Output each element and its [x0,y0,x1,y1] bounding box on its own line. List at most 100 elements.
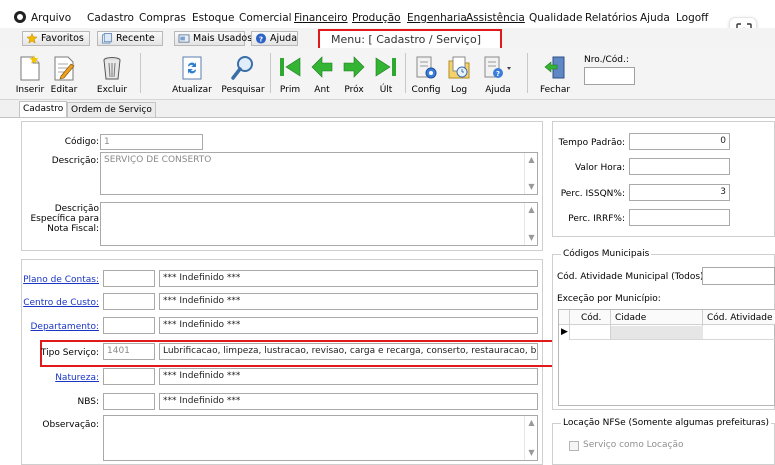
ajuda-toolbar-button[interactable]: ? Ajuda [478,52,518,97]
config-button[interactable]: Config [410,52,442,97]
menu-cadastro[interactable]: Cadastro [87,12,134,24]
scroll-down-icon[interactable]: ▼ [525,447,537,459]
prox-button[interactable]: Próx [340,52,368,97]
servico-locacao-checkbox[interactable] [569,441,579,451]
menu-assistencia[interactable]: Assistência [466,12,525,24]
nbs-code-input[interactable] [103,393,155,410]
excecao-grid[interactable]: Cód. Cidade Cód. Atividade ▶ [558,309,775,406]
plano-contas-link[interactable]: Plano de Contas: [23,275,99,285]
tab-ordem-servico[interactable]: Ordem de Serviço [67,102,156,118]
centro-custo-link[interactable]: Centro de Custo: [23,298,99,308]
desc-especifica-scrollbar[interactable]: ▲ ▼ [524,203,537,245]
ajuda-toolbar-label: Ajuda [485,85,511,95]
grid-header-cod-atividade[interactable]: Cód. Atividade [707,313,773,323]
app-logo-icon [14,11,26,23]
cod-atividade-label: Cód. Atividade Municipal (Todos): [557,272,707,282]
config-label: Config [411,85,441,95]
recent-documents-icon [101,33,113,44]
ult-label: Últ [379,85,393,95]
ant-button[interactable]: Ant [308,52,336,97]
perc-issqn-input[interactable]: 3 [629,184,730,201]
menu-ajuda[interactable]: Ajuda [640,12,670,24]
first-record-icon [280,57,301,77]
observacao-textarea[interactable]: ▲ ▼ [103,415,538,461]
centro-custo-code-input[interactable] [103,293,155,310]
scroll-up-icon[interactable]: ▲ [525,417,537,429]
descricao-scrollbar[interactable]: ▲ ▼ [524,153,537,194]
departamento-link[interactable]: Departamento: [30,322,99,332]
log-button[interactable]: Log [444,52,474,97]
departamento-desc: *** Indefinido *** [159,317,538,334]
menu-arquivo[interactable]: Arquivo [31,12,71,24]
inserir-button[interactable]: Inserir [14,52,46,97]
scroll-down-icon[interactable]: ▼ [525,181,537,193]
desc-especifica-textarea[interactable]: ▲ ▼ [100,202,538,246]
exit-door-icon [544,56,565,79]
edit-document-icon [54,56,75,81]
help-document-icon: ? [484,56,511,78]
codigos-municipais-title: Códigos Municipais [561,249,652,259]
plano-contas-code-input[interactable] [103,270,155,287]
prim-button[interactable]: Prim [276,52,304,97]
favoritos-label: Favoritos [41,33,84,44]
toolbar-separator [405,53,406,93]
desc-especifica-label-2: Específica para [30,214,99,224]
trash-icon [103,57,121,80]
scroll-down-icon[interactable]: ▼ [525,232,537,244]
menu-estoque[interactable]: Estoque [192,12,234,24]
tempo-padrao-input[interactable]: 0 [629,133,730,150]
descricao-textarea[interactable]: SERVIÇO DE CONSERTO ▲ ▼ [100,152,538,195]
departamento-code-input[interactable] [103,317,155,334]
centro-custo-desc: *** Indefinido *** [159,293,538,310]
excluir-label: Excluir [96,85,128,95]
menu-relatorios[interactable]: Relatórios [585,12,637,24]
perc-irrf-input[interactable] [629,209,730,226]
ult-button[interactable]: Últ [372,52,400,97]
favoritos-button[interactable]: Favoritos [22,31,90,46]
nro-cod-input[interactable] [584,67,635,85]
tipo-servico-code-input[interactable]: 1401 [103,343,155,360]
config-icon [416,56,437,79]
mais-usados-button[interactable]: Mais Usados [174,31,252,46]
grid-row[interactable] [570,326,775,340]
recente-button[interactable]: Recente [97,31,163,46]
log-label: Log [450,85,468,95]
cod-atividade-input[interactable] [702,267,775,285]
tab-cadastro[interactable]: Cadastro [19,101,68,118]
menu-compras[interactable]: Compras [139,12,186,24]
recente-label: Recente [116,33,155,44]
codigo-input[interactable]: 1 [100,134,203,150]
fechar-button[interactable]: Fechar [538,52,572,97]
scroll-up-icon[interactable]: ▲ [525,204,537,216]
natureza-link[interactable]: Natureza: [55,373,99,383]
menu-financeiro[interactable]: Financeiro [294,12,348,24]
next-record-icon [343,56,365,78]
pesquisar-button[interactable]: Pesquisar [221,52,265,97]
valor-hora-input[interactable] [629,158,730,175]
log-icon [448,56,470,79]
scroll-up-icon[interactable]: ▲ [525,154,537,166]
ant-label: Ant [314,85,330,95]
grid-header-cod[interactable]: Cód. [581,313,601,323]
editar-button[interactable]: Editar [48,52,80,97]
observacao-scrollbar[interactable]: ▲ ▼ [524,416,537,460]
grid-cell-cidade[interactable] [611,326,703,339]
tipo-servico-desc: Lubrificacao, limpeza, lustracao, revisa… [159,343,538,360]
excluir-button[interactable]: Excluir [96,52,128,97]
menu-comercial[interactable]: Comercial [239,12,292,24]
pesquisar-label: Pesquisar [221,85,265,95]
atualizar-button[interactable]: Atualizar [172,52,212,97]
natureza-desc: *** Indefinido *** [159,368,538,385]
ajuda-fav-button[interactable]: ? Ajuda [251,31,298,46]
row-indicator-icon: ▶ [561,327,568,337]
natureza-code-input[interactable] [103,368,155,385]
menu-qualidade[interactable]: Qualidade [529,12,582,24]
refresh-icon [182,56,202,80]
star-icon [26,33,38,44]
menu-producao[interactable]: Produção [352,12,401,24]
menu-engenharia[interactable]: Engenharia [407,12,467,24]
descricao-label: Descrição: [51,156,99,166]
grid-header-cidade[interactable]: Cidade [615,313,646,323]
observacao-label: Observação: [42,420,99,430]
menu-logoff[interactable]: Logoff [676,12,708,24]
